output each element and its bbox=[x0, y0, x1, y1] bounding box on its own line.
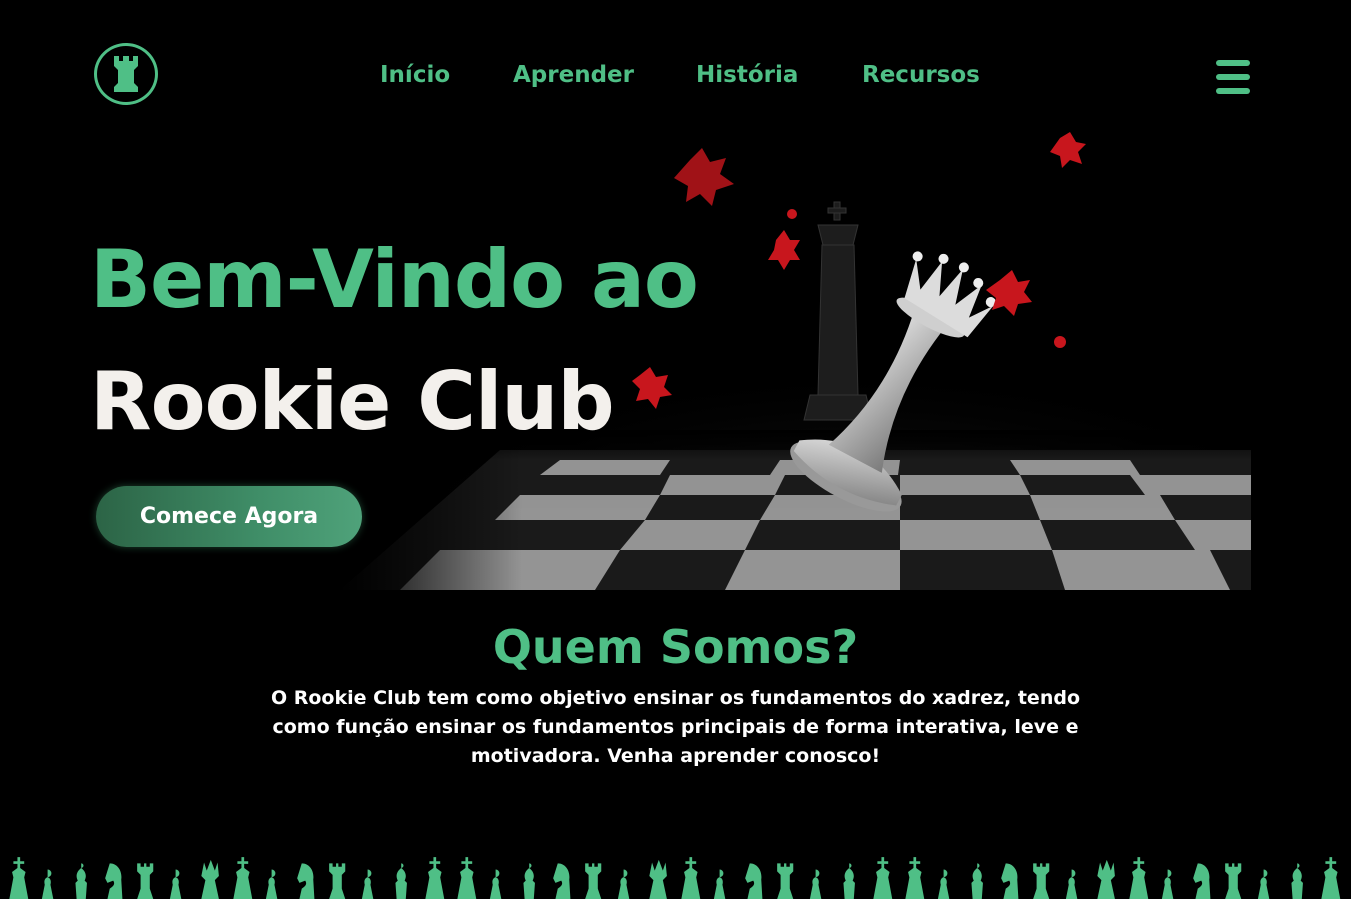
pawn-piece-icon bbox=[617, 869, 630, 899]
king-piece-icon bbox=[1321, 857, 1341, 899]
queen-piece-icon bbox=[1097, 859, 1115, 899]
knight-piece-icon bbox=[745, 863, 763, 899]
about-title: Quem Somos? bbox=[492, 620, 859, 674]
king-piece-icon bbox=[233, 857, 253, 899]
start-now-button[interactable]: Comece Agora bbox=[96, 486, 362, 547]
rook-piece-icon bbox=[137, 863, 154, 899]
pawn-piece-icon bbox=[1065, 869, 1078, 899]
bishop-piece-icon bbox=[843, 863, 855, 899]
bishop-piece-icon bbox=[395, 863, 407, 899]
pawn-piece-icon bbox=[361, 869, 374, 899]
bishop-piece-icon bbox=[523, 863, 535, 899]
bishop-piece-icon bbox=[1291, 863, 1303, 899]
nav-link-aprender[interactable]: Aprender bbox=[513, 62, 634, 88]
pawn-piece-icon bbox=[713, 869, 726, 899]
chess-pieces-border bbox=[9, 857, 1341, 899]
queen-piece-icon bbox=[649, 859, 667, 899]
bishop-piece-icon bbox=[971, 863, 983, 899]
king-piece-icon bbox=[1129, 857, 1149, 899]
pawn-piece-icon bbox=[265, 869, 278, 899]
nav-link-historia[interactable]: História bbox=[696, 62, 798, 88]
rook-piece-icon bbox=[777, 863, 794, 899]
hero-title-line1: Bem-Vindo ao bbox=[90, 233, 699, 326]
knight-piece-icon bbox=[553, 863, 571, 899]
hero-title-line2: Rookie Club bbox=[90, 355, 615, 448]
rook-piece-icon bbox=[1225, 863, 1242, 899]
about-text: O Rookie Club tem como objetivo ensinar … bbox=[270, 687, 1080, 767]
king-piece-icon bbox=[9, 857, 29, 899]
bishop-piece-icon bbox=[75, 863, 87, 899]
pawn-piece-icon bbox=[489, 869, 502, 899]
king-piece-icon bbox=[873, 857, 893, 899]
rook-piece-icon bbox=[1033, 863, 1050, 899]
pawn-piece-icon bbox=[1257, 869, 1270, 899]
pawn-piece-icon bbox=[41, 869, 54, 899]
pawn-piece-icon bbox=[809, 869, 822, 899]
king-piece-icon bbox=[905, 857, 925, 899]
king-piece-icon bbox=[681, 857, 701, 899]
rook-piece-icon bbox=[329, 863, 346, 899]
rook-piece-icon bbox=[585, 863, 602, 899]
knight-piece-icon bbox=[1001, 863, 1019, 899]
knight-piece-icon bbox=[297, 863, 315, 899]
nav-link-recursos[interactable]: Recursos bbox=[862, 62, 980, 88]
pawn-piece-icon bbox=[1161, 869, 1174, 899]
hamburger-menu-icon[interactable] bbox=[1216, 60, 1252, 94]
pawn-piece-icon bbox=[937, 869, 950, 899]
nav-link-inicio[interactable]: Início bbox=[380, 62, 450, 88]
king-piece-icon bbox=[425, 857, 445, 899]
pawn-piece-icon bbox=[169, 869, 182, 899]
queen-piece-icon bbox=[201, 859, 219, 899]
knight-piece-icon bbox=[1193, 863, 1211, 899]
knight-piece-icon bbox=[105, 863, 123, 899]
king-piece-icon bbox=[457, 857, 477, 899]
main-nav: Início Aprender História Recursos bbox=[0, 62, 1351, 94]
